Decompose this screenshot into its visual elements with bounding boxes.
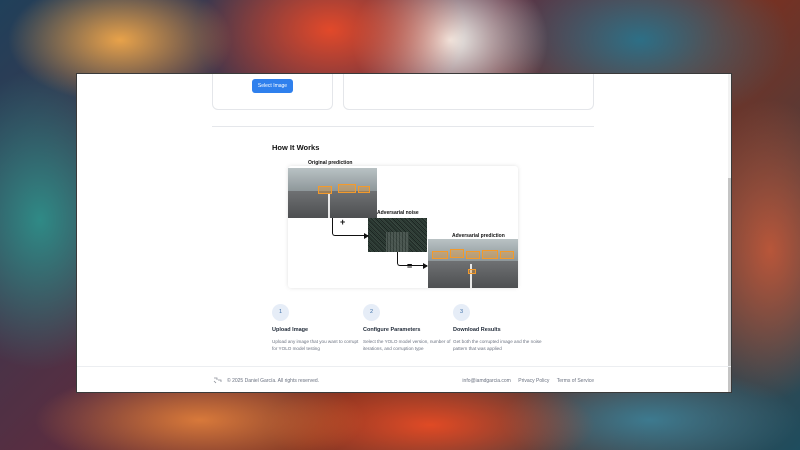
terms-of-service-link[interactable]: Terms of Service	[557, 378, 594, 384]
step-download: 3 Download Results Get both the corrupte…	[453, 304, 545, 352]
select-image-button[interactable]: Select Image	[252, 79, 293, 93]
email-link[interactable]: info@iamdgarcia.com	[462, 378, 510, 384]
privacy-policy-link[interactable]: Privacy Policy	[518, 378, 549, 384]
step-description: Select the YOLO model version, number of…	[363, 339, 451, 351]
adversarial-noise-label: Adversarial noise	[377, 210, 419, 216]
result-card	[343, 74, 594, 110]
scrollbar-thumb[interactable]	[728, 178, 731, 392]
adversarial-image	[428, 239, 518, 288]
noise-image	[368, 218, 427, 252]
copyright-text: © 2025 Daniel García. All rights reserve…	[227, 378, 320, 384]
plus-icon: +	[340, 217, 346, 227]
step-description: Get both the corrupted image and the noi…	[453, 339, 542, 351]
footer: © 2025 Daniel García. All rights reserve…	[77, 366, 731, 392]
original-image	[288, 168, 377, 218]
upload-card: Select Image	[212, 74, 333, 110]
how-it-works-title: How It Works	[272, 143, 320, 152]
step-description: Upload any image that you want to corrup…	[272, 339, 359, 351]
step-title: Upload Image	[272, 327, 309, 333]
step-number: 2	[363, 304, 380, 321]
step-title: Configure Parameters	[363, 327, 421, 333]
step-number: 3	[453, 304, 470, 321]
step-number: 1	[272, 304, 289, 321]
arrow-right-icon	[364, 233, 369, 239]
original-prediction-label: Original prediction	[308, 160, 353, 166]
connector-line-1	[332, 218, 368, 236]
step-title: Download Results	[453, 327, 501, 333]
step-upload: 1 Upload Image Upload any image that you…	[272, 304, 364, 352]
logo-icon	[213, 376, 222, 386]
adversarial-diagram: Original prediction Adversarial noise + …	[288, 160, 518, 288]
footer-links: info@iamdgarcia.com Privacy Policy Terms…	[456, 378, 594, 384]
section-divider	[212, 126, 594, 127]
step-configure: 2 Configure Parameters Select the YOLO m…	[363, 304, 455, 352]
browser-window: Select Image How It Works Original predi…	[76, 73, 732, 393]
equals-icon: =	[407, 261, 413, 271]
